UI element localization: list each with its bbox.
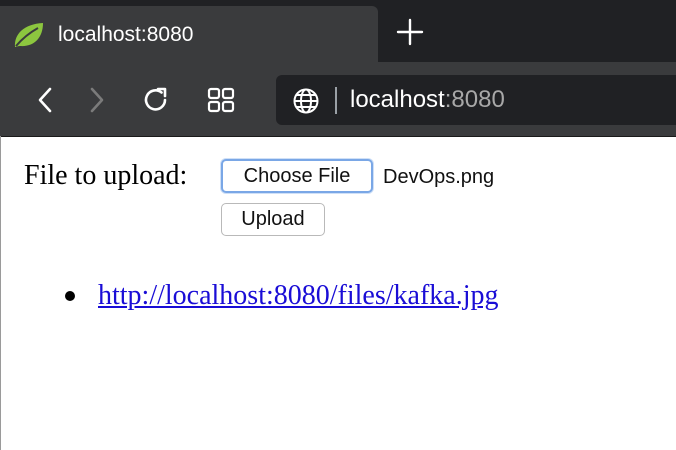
url-host: localhost [350, 86, 445, 113]
url-port: :8080 [444, 86, 505, 113]
reload-icon[interactable] [142, 86, 170, 114]
uploaded-file-link[interactable]: http://localhost:8080/files/kafka.jpg [98, 281, 499, 311]
file-upload-label: File to upload: [24, 160, 188, 191]
address-url[interactable]: localhost:8080 [350, 86, 505, 114]
upload-button[interactable]: Upload [221, 203, 325, 236]
tab-title: localhost:8080 [58, 23, 194, 46]
browser-tab[interactable]: localhost:8080 [0, 6, 378, 62]
list-bullet [65, 291, 75, 301]
forward-icon[interactable] [82, 86, 110, 114]
new-tab-plus-icon[interactable] [394, 16, 426, 48]
back-icon[interactable] [32, 86, 60, 114]
globe-icon [292, 87, 320, 115]
navigation-bar: localhost:8080 [0, 62, 676, 137]
spring-leaf-icon [12, 20, 46, 50]
page-content: File to upload: Choose File DevOps.png U… [0, 137, 676, 450]
selected-file-name: DevOps.png [383, 166, 495, 188]
address-bar[interactable]: localhost:8080 [276, 75, 676, 125]
tab-strip: localhost:8080 [0, 0, 676, 62]
choose-file-button[interactable]: Choose File [221, 159, 373, 193]
tab-grid-icon[interactable] [207, 86, 235, 114]
address-bar-divider [335, 87, 337, 114]
